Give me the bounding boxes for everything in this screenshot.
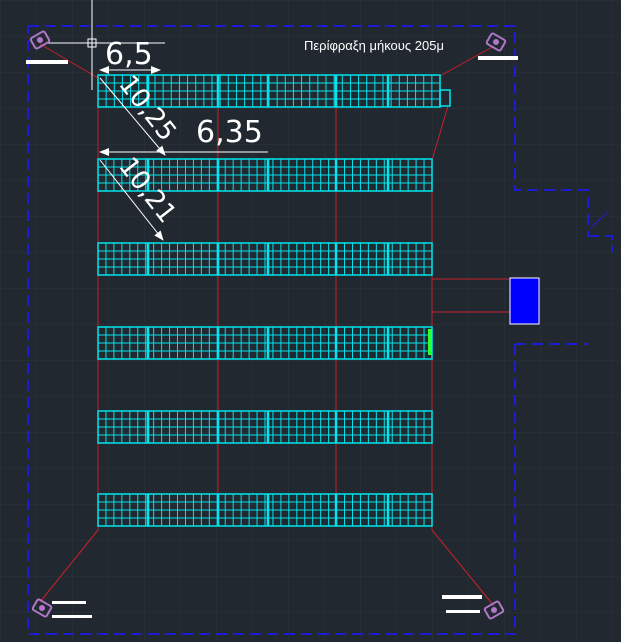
perimeter-note: Περίφραξη μήκους 205μ (304, 38, 444, 53)
dim-label-top-width: 6,5 (105, 37, 153, 72)
inverter-box[interactable] (509, 277, 540, 325)
dim-label-second-width: 6,35 (196, 115, 263, 150)
cad-drawing-canvas: 6,5 10,25 6,35 10,21 Περίφραξη μήκους 20… (0, 0, 621, 642)
green-marker (428, 329, 432, 355)
